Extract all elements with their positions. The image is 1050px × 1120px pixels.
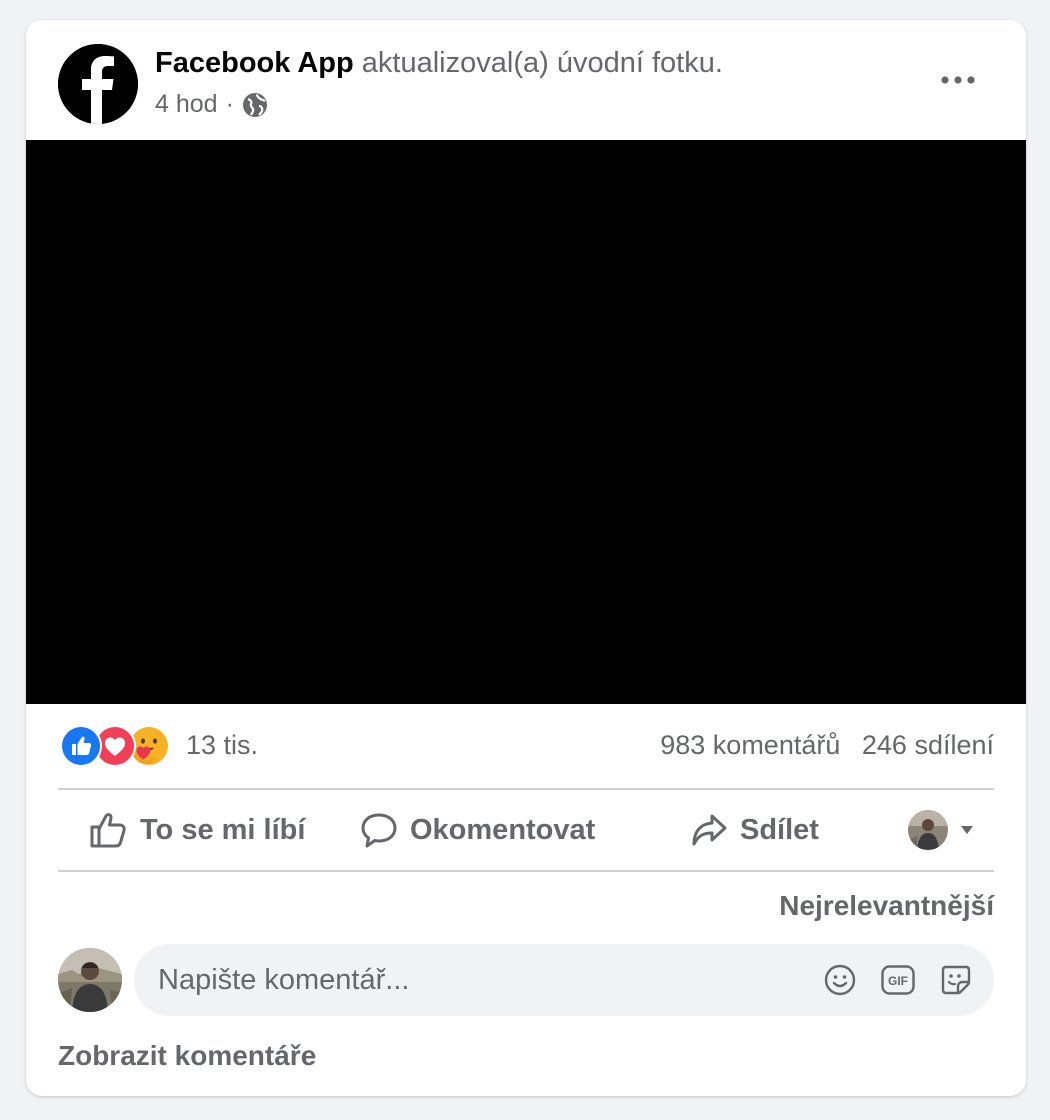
meta-separator: · [225,90,234,118]
engagement-counts: 983 komentářů 246 sdílení [660,730,994,761]
emoji-button[interactable] [822,962,858,998]
comment-composer: GIF [58,944,994,1016]
like-button[interactable]: To se mi líbí [88,800,305,860]
page-avatar[interactable] [58,44,138,124]
composer-icons: GIF [822,962,974,998]
more-horizontal-icon [941,76,975,84]
thumbs-up-icon [90,813,126,848]
post-actions: To se mi líbí Okomentovat Sdílet [26,790,1026,870]
actions-divider [58,870,994,872]
more-options-button[interactable] [932,60,984,100]
user-avatar[interactable] [58,948,122,1012]
speech-bubble-icon [361,813,397,848]
share-arrow-icon [692,814,727,846]
share-label: Sdílet [740,813,819,846]
user-avatar-small [908,810,948,850]
like-reaction-icon [60,725,102,767]
post-title-line: Facebook App aktualizoval(a) úvodní fotk… [155,47,723,80]
cover-photo[interactable] [26,140,1026,704]
post-timestamp[interactable]: 4 hod [155,90,218,119]
gif-icon: GIF [881,965,915,995]
post-action-text: aktualizoval(a) úvodní fotku. [361,47,723,79]
comment-sort-toggle[interactable]: Nejrelevantnější [779,890,994,922]
smiley-icon [824,964,856,996]
post-meta: 4 hod · [155,90,268,119]
sticker-button[interactable] [938,962,974,998]
caret-down-icon [961,826,973,834]
svg-text:GIF: GIF [888,974,908,988]
shares-count[interactable]: 246 sdílení [862,730,994,760]
post-header: Facebook App aktualizoval(a) úvodní fotk… [26,20,1026,140]
page-name-link[interactable]: Facebook App [155,47,354,79]
comment-label: Okomentovat [410,813,596,846]
facebook-logo-icon [58,44,138,124]
like-label: To se mi líbí [140,813,306,846]
comments-count[interactable]: 983 komentářů [660,730,840,760]
globe-icon[interactable] [242,92,268,118]
post-stats: 13 tis. 983 komentářů 246 sdílení [26,704,1026,788]
comment-button[interactable]: Okomentovat [360,800,595,860]
share-button[interactable]: Sdílet [690,800,819,860]
sticker-icon [941,965,971,995]
post-card: Facebook App aktualizoval(a) úvodní fotk… [26,20,1026,1096]
reaction-count[interactable]: 13 tis. [186,730,258,761]
audience-selector[interactable] [908,810,974,850]
view-comments-link[interactable]: Zobrazit komentáře [58,1040,316,1072]
gif-button[interactable]: GIF [880,962,916,998]
reaction-icons[interactable] [60,725,170,767]
